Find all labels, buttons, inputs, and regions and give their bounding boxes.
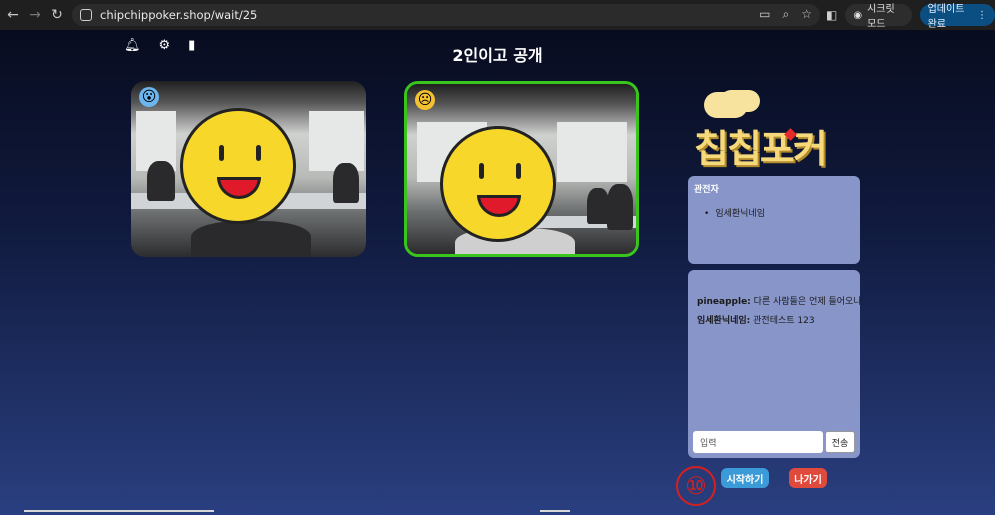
annotation-marker: ⑩ <box>676 466 716 506</box>
chat-text: 다른 사람들은 언제 들어오나 <box>753 297 862 307</box>
incognito-label: 시크릿 모드 <box>867 4 895 30</box>
logo-text: 칩칩포커 <box>694 127 828 171</box>
browser-toolbar: ← → ↻ chipchippoker.shop/wait/25 ▭ ⌕ ☆ ◧… <box>0 0 995 30</box>
player-video-1: 😮 <box>131 81 366 257</box>
camera-icon[interactable]: ▭ <box>759 7 770 22</box>
spectator-panel: 관전자 임세환닉네임 <box>688 176 860 264</box>
surprised-emoji-icon: 😮 <box>139 87 159 107</box>
back-icon[interactable]: ← <box>2 4 24 26</box>
chat-panel: pineapple: 다른 사람들은 언제 들어오나 임세환닉네임: 관전테스트… <box>688 270 862 458</box>
scroll-indicator <box>24 510 214 512</box>
spectator-item: 임세환닉네임 <box>704 206 765 219</box>
exit-button[interactable]: 나가기 <box>789 468 827 488</box>
chat-user: 임세환닉네임: <box>697 316 751 326</box>
chat-text: 관전테스트 123 <box>753 316 815 326</box>
scroll-indicator <box>540 510 570 512</box>
player-video-2: ☹ <box>404 81 639 257</box>
more-menu-icon[interactable]: ⋮ <box>977 10 987 21</box>
start-game-button[interactable]: 시작하기 <box>721 468 769 488</box>
sad-emoji-icon: ☹ <box>415 90 435 110</box>
spectator-heading: 관전자 <box>694 185 719 195</box>
update-label: 업데이트 완료 <box>927 4 965 30</box>
forward-icon[interactable]: → <box>24 4 46 26</box>
logo: 칩칩포커 <box>694 92 854 172</box>
smiley-face-mask <box>180 108 296 224</box>
url-text: chipchippoker.shop/wait/25 <box>100 8 258 22</box>
waiting-room-page: 🔔︎ ⚙ ▮ 2인이고 공개 😮 ☹ 칩칩포커 관전자 • 임세환닉네임 pin… <box>0 30 995 515</box>
update-button[interactable]: 업데이트 완료 ⋮ <box>919 4 995 30</box>
room-title: 2인이고 공개 <box>452 46 543 65</box>
chat-user: pineapple: <box>697 297 751 307</box>
site-settings-icon[interactable] <box>80 9 92 21</box>
incognito-icon: ◉ <box>853 9 863 21</box>
chat-message: pineapple: 다른 사람들은 언제 들어오나 <box>697 294 862 307</box>
address-bar[interactable]: chipchippoker.shop/wait/25 ▭ ⌕ ☆ <box>72 4 820 26</box>
chat-input[interactable]: 입력 <box>693 431 823 453</box>
side-panel-icon[interactable]: ◧ <box>826 8 837 22</box>
zoom-icon[interactable]: ⌕ <box>783 7 790 22</box>
chat-message: 임세환닉네임: 관전테스트 123 <box>697 313 815 326</box>
incognito-badge[interactable]: ◉ 시크릿 모드 <box>845 4 912 30</box>
speech-cloud-icon <box>704 92 748 118</box>
bookmark-star-icon[interactable]: ☆ <box>801 7 812 22</box>
smiley-face-mask <box>440 126 556 242</box>
send-button[interactable]: 전송 <box>825 431 855 453</box>
reload-icon[interactable]: ↻ <box>46 4 68 26</box>
